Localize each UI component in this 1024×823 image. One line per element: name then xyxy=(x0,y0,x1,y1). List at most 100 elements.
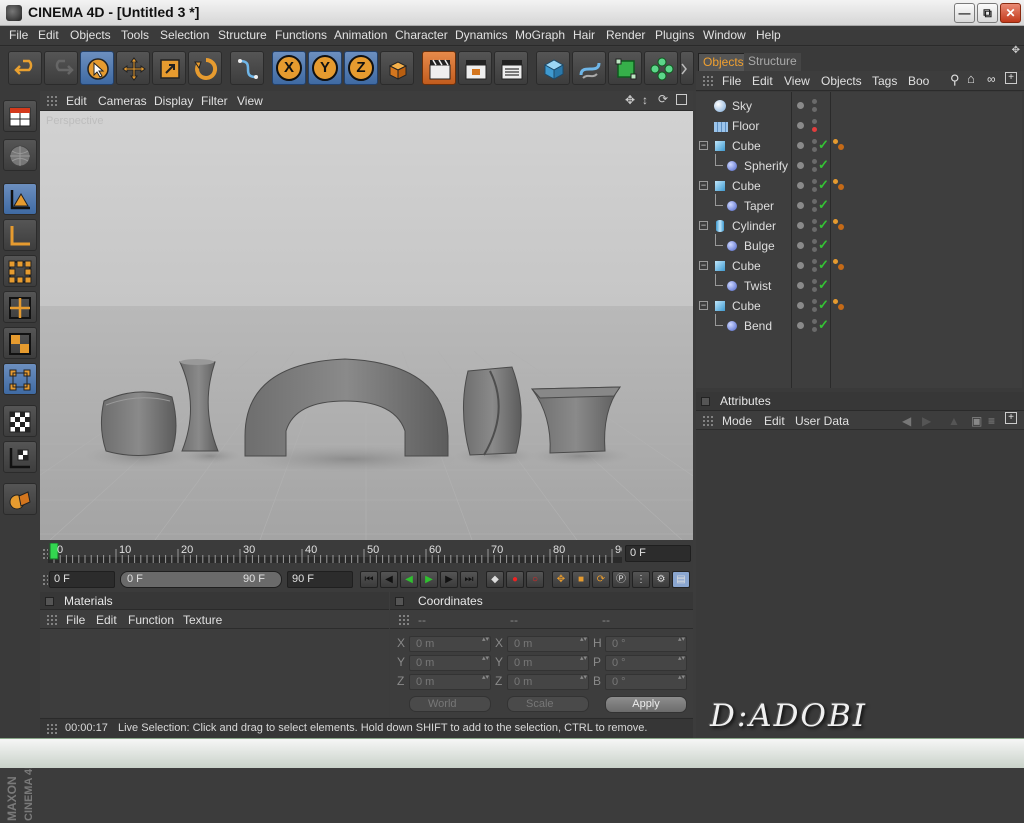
axis-checker-button[interactable] xyxy=(3,441,37,473)
deformer-button[interactable] xyxy=(680,51,694,85)
settings-icon[interactable]: ≡ xyxy=(988,414,995,428)
render-dot-icon[interactable] xyxy=(812,239,817,244)
move-button[interactable] xyxy=(116,51,150,85)
spline-tool-button[interactable] xyxy=(230,51,264,85)
menu-character[interactable]: Character xyxy=(395,28,448,42)
menu-functions[interactable]: Functions xyxy=(275,28,327,42)
render-dot-icon[interactable] xyxy=(812,147,817,152)
visibility-dot-icon[interactable] xyxy=(797,262,804,269)
z-axis-lock-button[interactable]: Z xyxy=(344,51,378,85)
rotation-key-icon[interactable]: ⟳ xyxy=(592,571,610,588)
menu-mograph[interactable]: MoGraph xyxy=(515,28,565,42)
render-dot-icon[interactable] xyxy=(812,219,817,224)
position-key-icon[interactable]: ✥ xyxy=(552,571,570,588)
visibility-dot-icon[interactable] xyxy=(797,142,804,149)
object-row[interactable]: Spherify ✓ xyxy=(696,154,1022,176)
object-row[interactable]: − Cube ✓ xyxy=(696,176,1022,196)
workplane-button[interactable] xyxy=(3,483,37,515)
materials-menu-edit[interactable]: Edit xyxy=(96,613,117,627)
render-dot-icon[interactable] xyxy=(812,139,817,144)
enabled-check-icon[interactable]: ✓ xyxy=(818,177,829,193)
rot-b-field[interactable]: 0 ° xyxy=(605,674,687,690)
render-dot-icon[interactable] xyxy=(812,299,817,304)
nurbs-button[interactable] xyxy=(608,51,642,85)
render-view-button[interactable] xyxy=(422,51,456,85)
up-arrow-icon[interactable]: ▲ xyxy=(948,414,960,428)
rot-p-field[interactable]: 0 ° xyxy=(605,655,687,671)
checker-button[interactable] xyxy=(3,405,37,437)
scroll-view-icon[interactable]: ↕ xyxy=(642,93,648,107)
polygons-tool-button[interactable] xyxy=(3,327,37,359)
enabled-check-icon[interactable]: ✓ xyxy=(818,277,829,293)
phong-tag-icon[interactable] xyxy=(833,259,845,271)
menu-tools[interactable]: Tools xyxy=(121,28,149,42)
menu-plugins[interactable]: Plugins xyxy=(655,28,694,42)
object-row[interactable]: − Cylinder ✓ xyxy=(696,216,1022,236)
visibility-dot-icon[interactable] xyxy=(797,202,804,209)
use-model-tool-button[interactable] xyxy=(3,183,37,215)
enabled-check-icon[interactable]: ✓ xyxy=(818,317,829,333)
frame-range-slider[interactable]: 0 F 90 F xyxy=(120,571,282,588)
tree-collapse-icon[interactable]: − xyxy=(699,301,708,310)
link-icon[interactable]: ∞ xyxy=(987,72,996,86)
move-view-icon[interactable]: ✥ xyxy=(625,93,635,107)
menu-edit[interactable]: Edit xyxy=(38,28,59,42)
enabled-check-icon[interactable]: ✓ xyxy=(818,257,829,273)
enabled-check-icon[interactable]: ✓ xyxy=(818,217,829,233)
render-dot-icon[interactable] xyxy=(812,307,817,312)
restore-button[interactable]: ⧉ xyxy=(977,3,998,23)
menu-structure[interactable]: Structure xyxy=(218,28,267,42)
pos-x-field[interactable]: 0 m xyxy=(409,636,491,652)
visibility-dot-icon[interactable] xyxy=(797,222,804,229)
scale-key-icon[interactable]: ■ xyxy=(572,571,590,588)
play-forwards-icon[interactable]: ▶ xyxy=(420,571,438,588)
parameter-key-icon[interactable]: Ⓟ xyxy=(612,571,630,588)
close-button[interactable]: ✕ xyxy=(1000,3,1021,23)
render-dot-icon[interactable] xyxy=(812,167,817,172)
minimize-button[interactable]: — xyxy=(954,3,975,23)
visibility-dot-icon[interactable] xyxy=(797,282,804,289)
visibility-dot-icon[interactable] xyxy=(797,102,804,109)
render-dot-icon[interactable] xyxy=(812,207,817,212)
keyframe-selection-icon[interactable]: ◆ xyxy=(486,571,504,588)
tab-objects[interactable]: Objects xyxy=(698,53,749,71)
coordinate-mode-dropdown[interactable]: World xyxy=(409,696,491,712)
home-icon[interactable]: ⌂ xyxy=(967,71,975,86)
live-selection-button[interactable] xyxy=(80,51,114,85)
tab-structure[interactable]: Structure xyxy=(744,53,801,71)
rotate-button[interactable] xyxy=(188,51,222,85)
attributes-menu-edit[interactable]: Edit xyxy=(764,414,785,428)
enabled-check-icon[interactable]: ✓ xyxy=(818,137,829,153)
points-tool-button[interactable] xyxy=(3,255,37,287)
rot-h-field[interactable]: 0 ° xyxy=(605,636,687,652)
objects-menu-bookmarks[interactable]: Boo xyxy=(908,74,929,88)
coordinate-system-button[interactable] xyxy=(380,51,414,85)
tree-collapse-icon[interactable]: − xyxy=(699,141,708,150)
back-arrow-icon[interactable]: ◀ xyxy=(902,414,911,428)
play-backwards-icon[interactable]: ◀ xyxy=(400,571,418,588)
menu-hair[interactable]: Hair xyxy=(573,28,595,42)
render-dot-icon[interactable] xyxy=(812,119,817,124)
apply-button[interactable]: Apply xyxy=(605,696,687,713)
render-dot-icon[interactable] xyxy=(812,127,817,132)
objects-menu-tags[interactable]: Tags xyxy=(872,74,897,88)
viewport-perspective[interactable]: Perspective xyxy=(40,111,693,540)
materials-menu-texture[interactable]: Texture xyxy=(183,613,222,627)
attributes-menu-user-data[interactable]: User Data xyxy=(795,414,849,428)
viewport-menu-filter[interactable]: Filter xyxy=(201,94,228,108)
viewport-menu-cameras[interactable]: Cameras xyxy=(98,94,147,108)
render-dot-icon[interactable] xyxy=(812,267,817,272)
enabled-check-icon[interactable]: ✓ xyxy=(818,237,829,253)
enabled-check-icon[interactable]: ✓ xyxy=(818,157,829,173)
materials-menu-function[interactable]: Function xyxy=(128,613,174,627)
size-mode-dropdown[interactable]: Scale xyxy=(507,696,589,712)
layout-button[interactable] xyxy=(3,100,37,132)
render-dot-icon[interactable] xyxy=(812,259,817,264)
menu-window[interactable]: Window xyxy=(703,28,746,42)
rotate-view-icon[interactable]: ⟳ xyxy=(658,92,668,106)
new-view-icon[interactable]: + xyxy=(1005,72,1017,84)
phong-tag-icon[interactable] xyxy=(833,179,845,191)
size-z-field[interactable]: 0 m xyxy=(507,674,589,690)
phong-tag-icon[interactable] xyxy=(833,219,845,231)
search-icon[interactable]: ⚲ xyxy=(950,72,960,88)
